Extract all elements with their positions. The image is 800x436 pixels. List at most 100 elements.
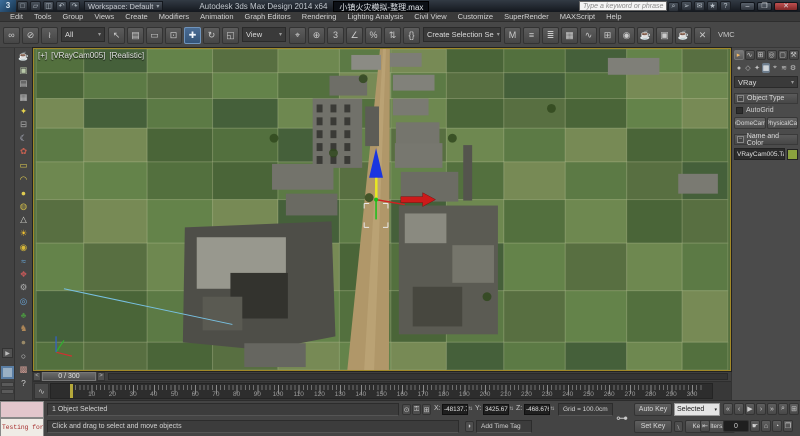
- autogrid-checkbox[interactable]: [736, 107, 743, 114]
- systems-category-icon[interactable]: ⚙: [789, 63, 797, 73]
- macro-recorder-pane[interactable]: [0, 401, 44, 418]
- menu-create[interactable]: Create: [125, 12, 148, 21]
- prev-frame-button[interactable]: ‹: [734, 403, 744, 415]
- window-panel-icon[interactable]: ▦: [17, 91, 31, 105]
- curve-editor-icon[interactable]: ∿: [580, 27, 597, 44]
- vmc-button[interactable]: VMC: [718, 30, 735, 39]
- select-and-manipulate-icon[interactable]: ⊕: [308, 27, 325, 44]
- community-icon[interactable]: ✉: [694, 1, 705, 11]
- menu-help[interactable]: Help: [606, 12, 621, 21]
- helpers-category-icon[interactable]: ⌖: [771, 63, 779, 73]
- menu-group[interactable]: Group: [62, 12, 83, 21]
- help-question-icon[interactable]: ?: [17, 376, 31, 390]
- zoom-button[interactable]: ⌕: [778, 403, 788, 415]
- flyout-arrow-button[interactable]: ▶: [2, 348, 13, 358]
- menu-graph-editors[interactable]: Graph Editors: [245, 12, 291, 21]
- current-frame-caret[interactable]: [70, 384, 73, 398]
- set-key-button[interactable]: Set Key: [634, 420, 672, 433]
- maxscript-listener-pane[interactable]: Testing for 4U: [0, 418, 44, 436]
- menu-lighting-analysis[interactable]: Lighting Analysis: [347, 12, 403, 21]
- isolate-selection-icon[interactable]: ⊙: [402, 404, 411, 415]
- bind-to-space-warp-icon[interactable]: ≀: [41, 27, 58, 44]
- sphere-light-icon[interactable]: ●: [17, 186, 31, 200]
- render-production-icon[interactable]: ☕: [675, 27, 692, 44]
- select-and-scale-icon[interactable]: ◱: [222, 27, 239, 44]
- set-key-brush-icon[interactable]: ﹨: [674, 421, 683, 432]
- sphere-white-icon[interactable]: ○: [17, 349, 31, 363]
- menu-maxscript[interactable]: MAXScript: [560, 12, 595, 21]
- viewport-canvas[interactable]: [34, 49, 730, 370]
- time-tag-icon[interactable]: ◗: [465, 421, 474, 432]
- select-and-link-icon[interactable]: ∞: [3, 27, 20, 44]
- menu-superrender[interactable]: SuperRender: [504, 12, 549, 21]
- z-spinner[interactable]: ⇅: [550, 404, 555, 415]
- select-by-name-icon[interactable]: ▤: [127, 27, 144, 44]
- selection-lock-icon[interactable]: ⚿: [412, 404, 421, 415]
- render-setup-icon[interactable]: ☕: [637, 27, 654, 44]
- create-tab-icon[interactable]: ▸: [734, 50, 744, 60]
- vray-dome-camera-button[interactable]: ayDomeCame: [734, 117, 766, 129]
- space-warps-category-icon[interactable]: ≋: [780, 63, 788, 73]
- shapes-category-icon[interactable]: ◇: [744, 63, 752, 73]
- modify-tab-icon[interactable]: ∿: [745, 50, 755, 60]
- play-button[interactable]: ▶: [745, 403, 755, 415]
- hierarchy-tab-icon[interactable]: ⊞: [756, 50, 766, 60]
- window-crossing-icon[interactable]: ⊡: [165, 27, 182, 44]
- next-frame-button[interactable]: ›: [756, 403, 766, 415]
- set-key-big-icon[interactable]: ⊶: [616, 411, 628, 425]
- water-material-icon[interactable]: ≈: [17, 254, 31, 268]
- vray-physical-camera-button[interactable]: uPhysicalCam: [767, 117, 799, 129]
- next-frame-arrow[interactable]: >: [97, 372, 105, 381]
- select-object-icon[interactable]: ↖: [108, 27, 125, 44]
- animal-icon[interactable]: ♞: [17, 322, 31, 336]
- unlink-selection-icon[interactable]: ⊘: [22, 27, 39, 44]
- motion-tab-icon[interactable]: ◎: [767, 50, 777, 60]
- object-type-rollout[interactable]: − Object Type: [734, 93, 798, 104]
- close-toolbar-icon[interactable]: ✕: [694, 27, 711, 44]
- zoom-all-button[interactable]: ⊞: [789, 403, 799, 415]
- ies-light-icon[interactable]: ◉: [17, 240, 31, 254]
- object-color-swatch[interactable]: [787, 149, 798, 160]
- open-file-icon[interactable]: ▱: [30, 1, 41, 11]
- select-and-move-icon[interactable]: ✚: [184, 27, 201, 44]
- geometry-category-icon[interactable]: ●: [735, 63, 743, 73]
- search-icon[interactable]: ⌕: [668, 2, 679, 12]
- named-selection-sets-dropdown[interactable]: Create Selection Se▾: [423, 27, 501, 42]
- sun-light-icon[interactable]: ☀: [17, 227, 31, 241]
- maximize-viewport-button[interactable]: ❐: [783, 420, 793, 432]
- z-coordinate-field[interactable]: -468.676c: [524, 404, 550, 415]
- help-icon[interactable]: ?: [720, 1, 731, 11]
- vehicle-icon[interactable]: ⚙: [17, 281, 31, 295]
- name-color-rollout[interactable]: − Name and Color: [734, 134, 798, 145]
- menu-civil-view[interactable]: Civil View: [414, 12, 446, 21]
- dome-light-icon[interactable]: ◠: [17, 172, 31, 186]
- viewport[interactable]: [+] [VRayCam005] [Realistic]: [33, 48, 731, 371]
- save-file-icon[interactable]: ◫: [43, 1, 54, 11]
- pan-button[interactable]: ☛: [750, 420, 760, 432]
- selection-filter-dropdown[interactable]: All▾: [61, 27, 105, 42]
- sign-in-icon[interactable]: ➢: [681, 1, 692, 11]
- slider-tool-icon[interactable]: ⊟: [17, 118, 31, 132]
- undo-icon[interactable]: ↶: [56, 1, 67, 11]
- ribbon-icon[interactable]: ▦: [561, 27, 578, 44]
- object-category-dropdown[interactable]: VRay▾: [734, 76, 798, 88]
- max-logo-icon[interactable]: 3: [0, 0, 16, 12]
- restore-button[interactable]: ❐: [757, 2, 772, 11]
- key-mode-toggle-button[interactable]: ⇤: [700, 420, 710, 432]
- rock-icon[interactable]: ●: [17, 335, 31, 349]
- time-slider-handle[interactable]: 0 / 300: [42, 372, 96, 381]
- material-editor-icon[interactable]: ◉: [618, 27, 635, 44]
- menu-customize[interactable]: Customize: [458, 12, 493, 21]
- infocenter-search-input[interactable]: Type a keyword or phrase: [579, 1, 667, 11]
- x-coordinate-field[interactable]: -48137.70: [442, 404, 468, 415]
- menu-views[interactable]: Views: [94, 12, 114, 21]
- select-and-rotate-icon[interactable]: ↻: [203, 27, 220, 44]
- favorites-icon[interactable]: ★: [707, 1, 718, 11]
- mini-curve-editor-button[interactable]: ∿: [34, 383, 49, 399]
- previous-frame-arrow[interactable]: <: [33, 372, 41, 381]
- y-spinner[interactable]: ⇅: [509, 404, 514, 415]
- mini-row[interactable]: [1, 382, 14, 387]
- minimize-button[interactable]: –: [740, 2, 755, 11]
- menu-edit[interactable]: Edit: [10, 12, 23, 21]
- light-creation-icon[interactable]: ✦: [17, 104, 31, 118]
